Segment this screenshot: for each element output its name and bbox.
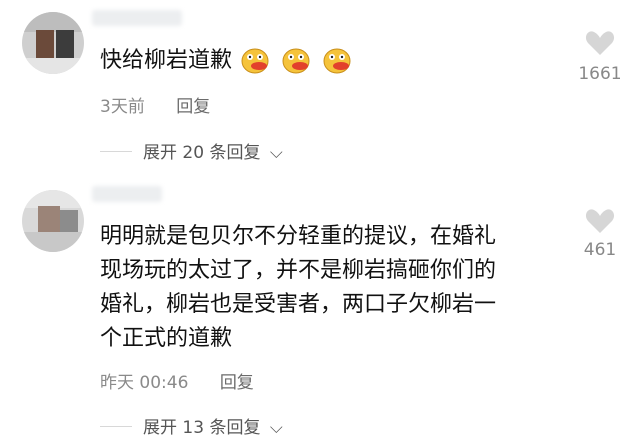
comment-meta: 昨天 00:46 回复 — [100, 368, 254, 393]
heart-icon[interactable] — [585, 30, 615, 56]
comment-line: 现场玩的太过了，并不是柳岩搞砸你们的 — [100, 258, 497, 283]
reply-button[interactable]: 回复 — [176, 97, 210, 117]
comment-text: 明明就是包贝尔不分轻重的提议，在婚礼 现场玩的太过了，并不是柳岩搞砸你们的 婚礼… — [100, 220, 496, 356]
comment-line: 婚礼，柳岩也是受害者，两口子欠柳岩一 — [100, 292, 497, 317]
comment-time: 3天前 — [100, 97, 145, 117]
username-redacted[interactable] — [92, 186, 162, 202]
comment-line: 个正式的道歉 — [100, 326, 233, 351]
comment-time: 昨天 00:46 — [100, 373, 189, 393]
like-count: 461 — [583, 240, 617, 260]
expand-replies-label: 展开 13 条回复 — [143, 418, 261, 438]
expand-replies-button[interactable]: 展开 20 条回复 ⌵ — [143, 138, 283, 163]
divider — [100, 151, 132, 152]
grimace-emoji-icon — [282, 48, 310, 74]
expand-replies-label: 展开 20 条回复 — [143, 143, 261, 163]
comment-meta: 3天前 回复 — [100, 92, 210, 117]
comment-text: 快给柳岩道歉 — [100, 44, 355, 78]
chevron-down-icon: ⌵ — [269, 418, 283, 438]
username-redacted[interactable] — [92, 10, 182, 26]
expand-replies-button[interactable]: 展开 13 条回复 ⌵ — [143, 413, 283, 438]
avatar[interactable] — [22, 190, 84, 252]
avatar[interactable] — [22, 12, 84, 74]
reply-button[interactable]: 回复 — [220, 373, 254, 393]
grimace-emoji-icon — [323, 48, 351, 74]
comment-line: 明明就是包贝尔不分轻重的提议，在婚礼 — [100, 224, 497, 249]
comment-text-content: 快给柳岩道歉 — [100, 48, 233, 73]
divider — [100, 426, 132, 427]
like-count: 1661 — [578, 64, 622, 84]
grimace-emoji-icon — [241, 48, 269, 74]
chevron-down-icon: ⌵ — [269, 143, 283, 163]
heart-icon[interactable] — [585, 208, 615, 234]
